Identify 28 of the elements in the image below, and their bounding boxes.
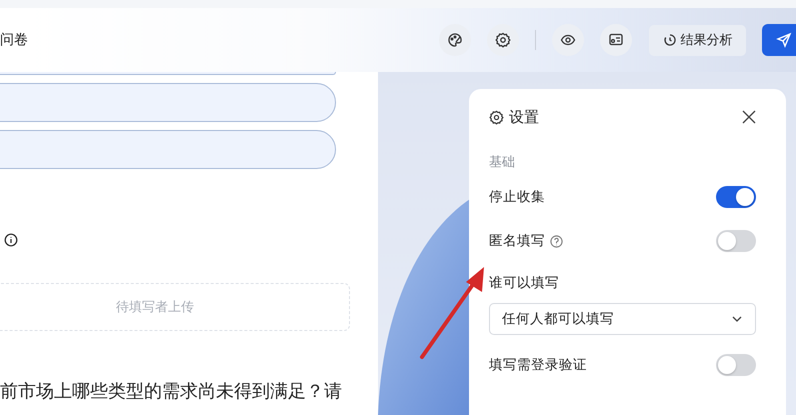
toggle-switch[interactable] [716,354,756,376]
result-analysis-button[interactable]: 结果分析 [649,24,746,56]
setting-label: 停止收集 [489,188,545,206]
setting-label: 匿名填写 [489,232,545,250]
toggle-switch[interactable] [716,186,756,208]
option-field[interactable] [0,83,336,122]
publish-button[interactable] [762,24,796,56]
send-icon [776,32,792,48]
upload-hint: 待填写者上传 [116,299,194,316]
info-icon [4,233,18,247]
setting-label: 谁可以填写 [489,274,559,292]
question-text: 前市场上哪些类型的需求尚未得到满足？请 [0,380,343,403]
close-icon[interactable] [742,110,756,124]
option-field[interactable] [0,130,336,169]
settings-icon [489,110,504,124]
option-field[interactable] [0,72,336,75]
help-icon[interactable] [550,234,563,248]
document-search-icon[interactable] [600,24,632,56]
preview-eye-icon[interactable] [552,24,584,56]
page-title: 问卷 [0,31,28,49]
who-can-fill-dropdown[interactable]: 任何人都可以填写 [489,303,756,335]
settings-icon[interactable] [487,24,519,56]
section-heading: 基础 [489,154,516,172]
palette-icon[interactable] [439,24,471,56]
setting-label: 填写需登录验证 [489,356,587,374]
toggle-switch[interactable] [716,230,756,252]
panel-title: 设置 [509,108,539,126]
timer-icon [662,33,676,47]
